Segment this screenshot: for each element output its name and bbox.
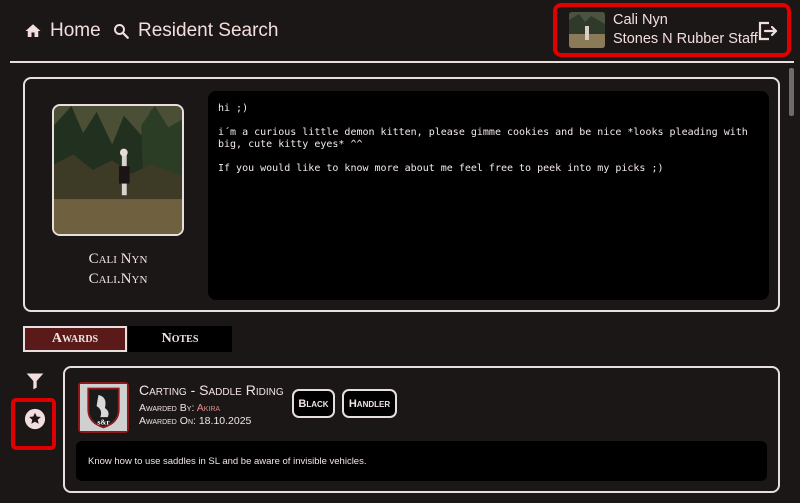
profile-photo <box>52 104 184 236</box>
award-meta: Awarded By: Akira Awarded On: 18.10.2025 <box>139 402 251 428</box>
award-description: Know how to use saddles in SL and be awa… <box>76 441 767 481</box>
tag-black[interactable]: Black <box>292 389 335 418</box>
profile-bio: hi ;) i´m a curious little demon kitten,… <box>208 91 769 300</box>
current-user-panel[interactable]: Cali Nyn Stones N Rubber Staff <box>553 3 791 57</box>
awarded-on-date: 18.10.2025 <box>198 415 252 427</box>
award-badge-logo: s&r <box>78 382 129 433</box>
filter-icon[interactable] <box>25 371 45 391</box>
profile-card: Cali Nyn Cali.Nyn hi ;) i´m a curious li… <box>23 77 780 312</box>
scrollbar-thumb[interactable] <box>789 68 794 116</box>
profile-photo-image <box>54 106 182 234</box>
header-divider <box>10 61 794 63</box>
award-logo-text: s&r <box>97 418 110 427</box>
home-icon <box>25 24 41 37</box>
user-avatar-image <box>569 12 605 48</box>
home-link[interactable]: Home <box>24 20 101 42</box>
home-label: Home <box>50 20 101 41</box>
user-role: Stones N Rubber Staff <box>613 31 758 47</box>
awarded-on-label: Awarded On: <box>139 415 196 427</box>
user-name: Cali Nyn <box>613 12 668 28</box>
search-icon <box>114 24 129 39</box>
resident-search-label: Resident Search <box>138 20 279 41</box>
award-title: Carting - Saddle Riding <box>139 382 284 398</box>
top-navigation-bar: Home Resident Search Cali Nyn Stones N R… <box>0 0 800 62</box>
award-card: s&r Carting - Saddle Riding Awarded By: … <box>63 366 780 493</box>
profile-display-name: Cali Nyn <box>88 251 148 267</box>
tab-awards[interactable]: Awards <box>23 326 127 352</box>
tab-notes[interactable]: Notes <box>128 326 232 352</box>
awarded-by-label: Awarded By: <box>139 402 195 414</box>
profile-username: Cali.Nyn <box>88 271 148 287</box>
awarded-by-link[interactable]: Akira <box>197 402 220 414</box>
logout-icon[interactable] <box>755 19 779 43</box>
star-icon[interactable] <box>24 408 46 430</box>
resident-search-link[interactable]: Resident Search <box>112 20 278 42</box>
tag-handler[interactable]: Handler <box>342 389 397 418</box>
user-avatar <box>569 12 605 48</box>
award-badge-image: s&r <box>80 384 127 431</box>
